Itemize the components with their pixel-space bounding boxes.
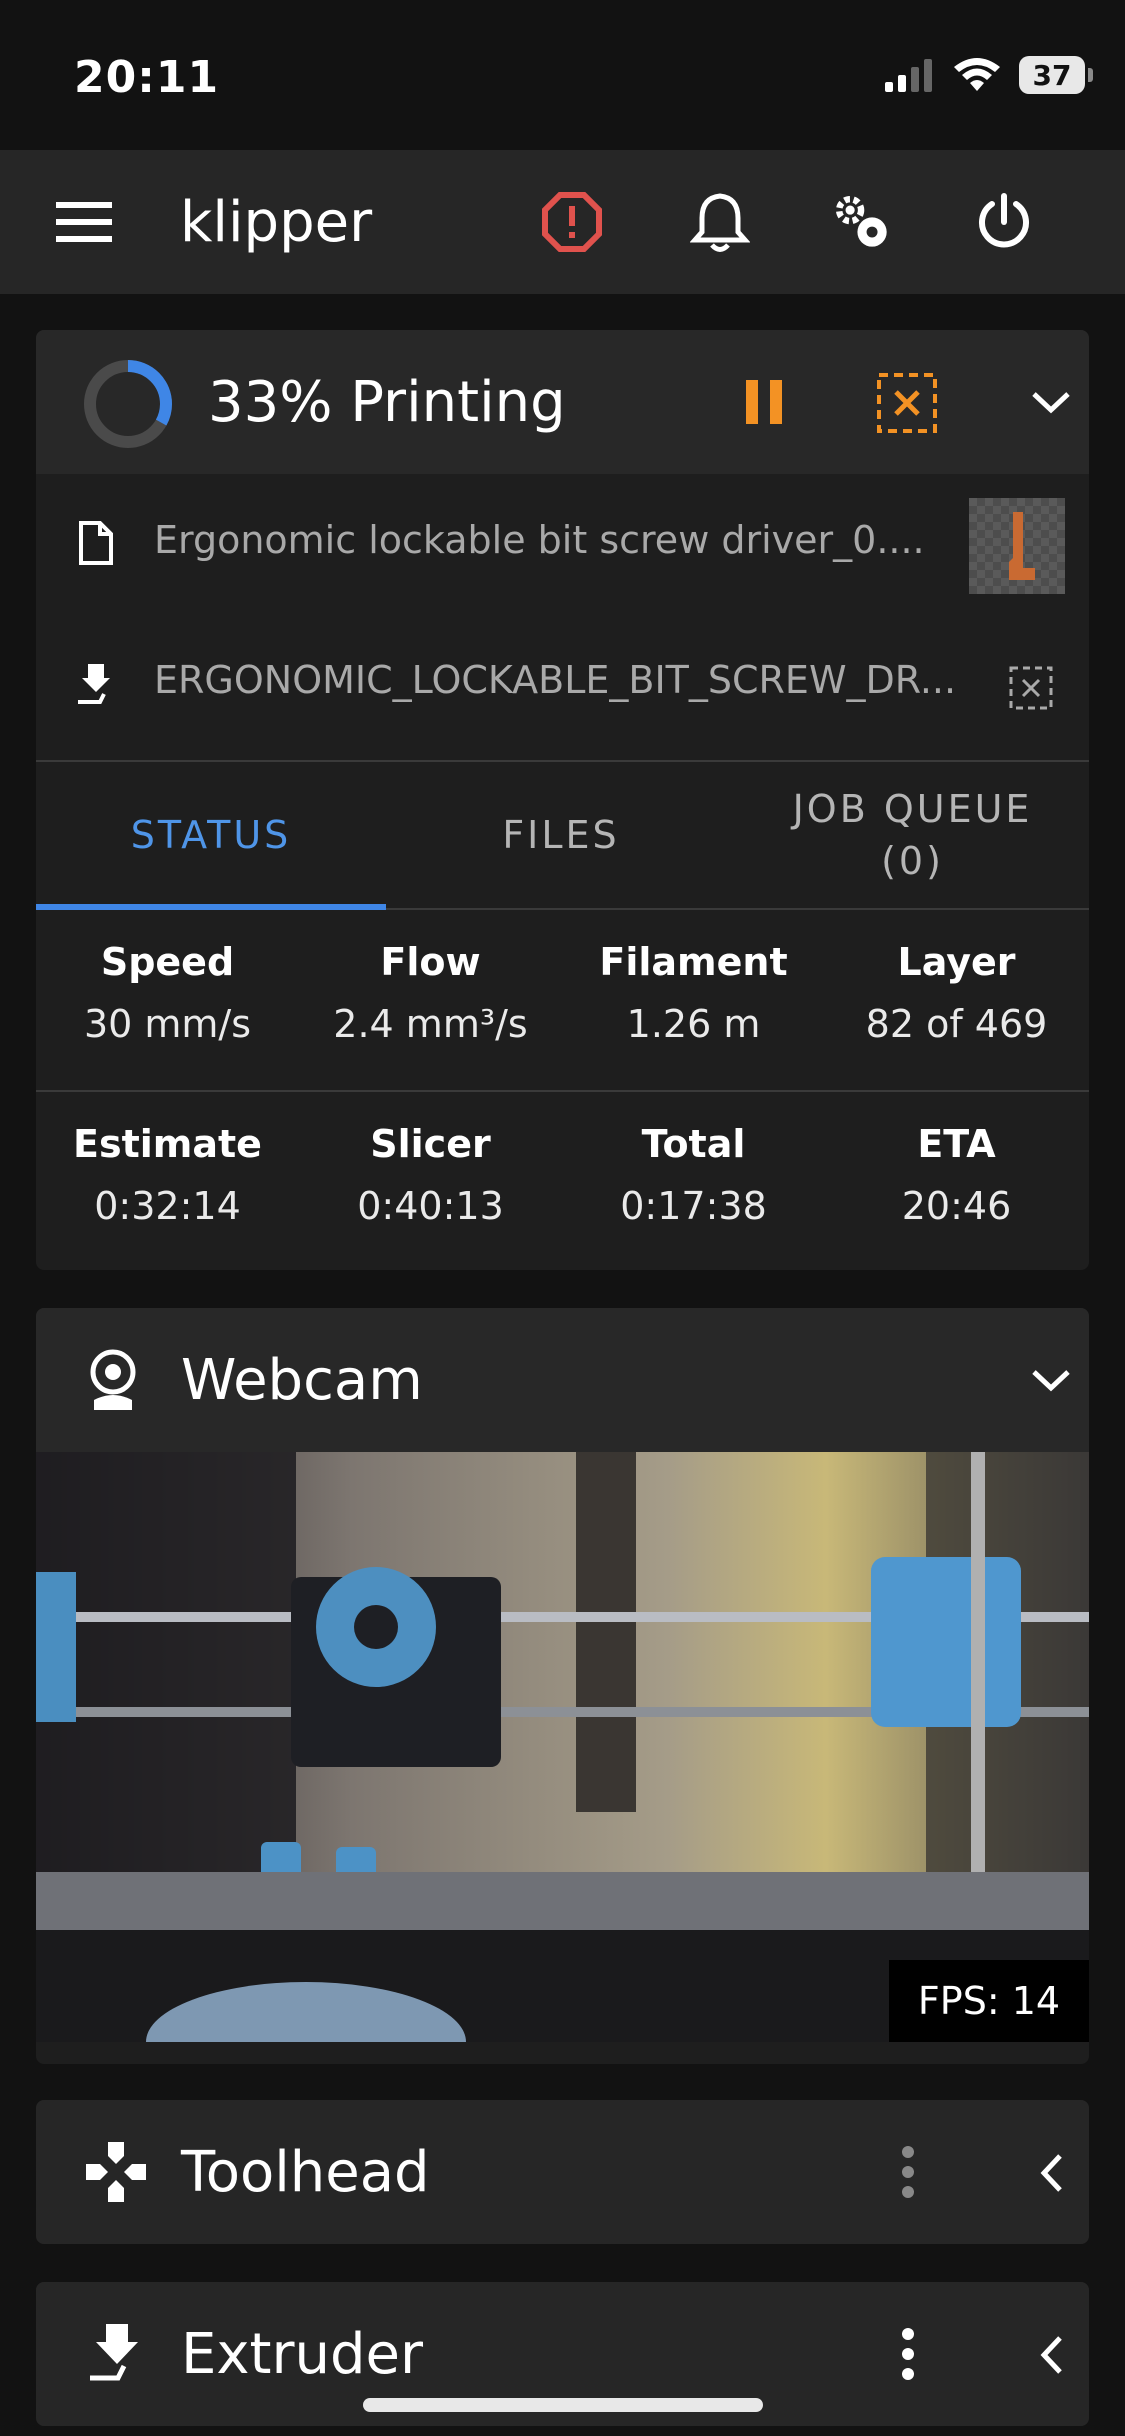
job-card: 33% Printing Ergonomic lockable bit scre…: [36, 330, 1089, 1270]
stat-flow: Flow 2.4 mm³/s: [333, 940, 528, 1046]
toolhead-card: Toolhead: [36, 2100, 1089, 2244]
gamepad-icon: [86, 2142, 146, 2202]
object-row[interactable]: ERGONOMIC_LOCKABLE_BIT_SCREW_DR...: [36, 622, 1089, 760]
pause-button[interactable]: [742, 374, 786, 434]
battery-icon: 37: [1019, 56, 1093, 94]
file-icon: [79, 521, 113, 565]
menu-icon[interactable]: [52, 190, 116, 254]
toolhead-title: Toolhead: [181, 2140, 430, 2205]
file-row[interactable]: Ergonomic lockable bit screw driver_0...…: [36, 474, 1089, 624]
file-name: Ergonomic lockable bit screw driver_0...…: [154, 518, 925, 562]
tab-files[interactable]: FILES: [386, 762, 736, 908]
job-card-header: 33% Printing: [36, 330, 1089, 474]
webcam-title: Webcam: [181, 1348, 423, 1413]
webcam-image: [36, 1452, 1089, 2042]
settings-icon[interactable]: [830, 190, 894, 254]
file-thumbnail: [969, 498, 1065, 594]
printer-title: klipper: [180, 190, 373, 255]
exclude-object-button[interactable]: [1009, 666, 1053, 714]
chevron-left-icon[interactable]: [1032, 2148, 1072, 2202]
home-indicator[interactable]: [363, 2398, 763, 2412]
extruder-icon: [90, 2324, 138, 2381]
signal-icon: [885, 59, 932, 92]
alert-icon[interactable]: [540, 190, 604, 254]
tab-job-queue[interactable]: JOB QUEUE (0): [736, 762, 1089, 908]
progress-ring-icon: [84, 360, 172, 448]
job-tabs: STATUS FILES JOB QUEUE (0): [36, 760, 1089, 910]
more-vert-icon[interactable]: [898, 2326, 918, 2386]
cancel-print-button[interactable]: [876, 372, 938, 438]
chevron-left-icon[interactable]: [1032, 2330, 1072, 2384]
stat-total: Total 0:17:38: [620, 1122, 767, 1228]
stat-eta: ETA 20:46: [901, 1122, 1012, 1228]
webcam-icon: [90, 1349, 136, 1410]
job-progress-label: 33% Printing: [208, 370, 566, 435]
app-bar: klipper: [0, 150, 1125, 294]
status-time: 20:11: [74, 52, 220, 103]
stat-slicer: Slicer 0:40:13: [357, 1122, 504, 1228]
object-name: ERGONOMIC_LOCKABLE_BIT_SCREW_DR...: [154, 658, 957, 702]
fps-badge: FPS: 14: [889, 1960, 1089, 2042]
webcam-card: Webcam FPS: 14: [36, 1308, 1089, 2064]
stat-filament: Filament 1.26 m: [599, 940, 788, 1046]
toolhead-header[interactable]: Toolhead: [36, 2100, 1089, 2244]
stats-divider: [36, 1090, 1089, 1092]
stat-estimate: Estimate 0:32:14: [73, 1122, 262, 1228]
bell-icon[interactable]: [688, 190, 752, 254]
more-vert-icon[interactable]: [898, 2144, 918, 2204]
stat-speed: Speed 30 mm/s: [83, 940, 252, 1046]
active-tab-indicator: [36, 904, 386, 910]
extruder-title: Extruder: [181, 2322, 424, 2387]
power-icon[interactable]: [972, 190, 1036, 254]
chevron-down-icon[interactable]: [1026, 382, 1076, 426]
webcam-stream[interactable]: FPS: 14: [36, 1452, 1089, 2042]
chevron-down-icon[interactable]: [1026, 1360, 1076, 1404]
extruder-icon: [78, 664, 110, 704]
stat-layer: Layer 82 of 469: [865, 940, 1048, 1046]
status-icons: 37: [885, 56, 1093, 94]
webcam-header: Webcam: [36, 1308, 1089, 1452]
wifi-icon: [954, 58, 1000, 91]
status-bar: 20:11 37: [0, 0, 1125, 150]
tab-status[interactable]: STATUS: [36, 762, 386, 908]
